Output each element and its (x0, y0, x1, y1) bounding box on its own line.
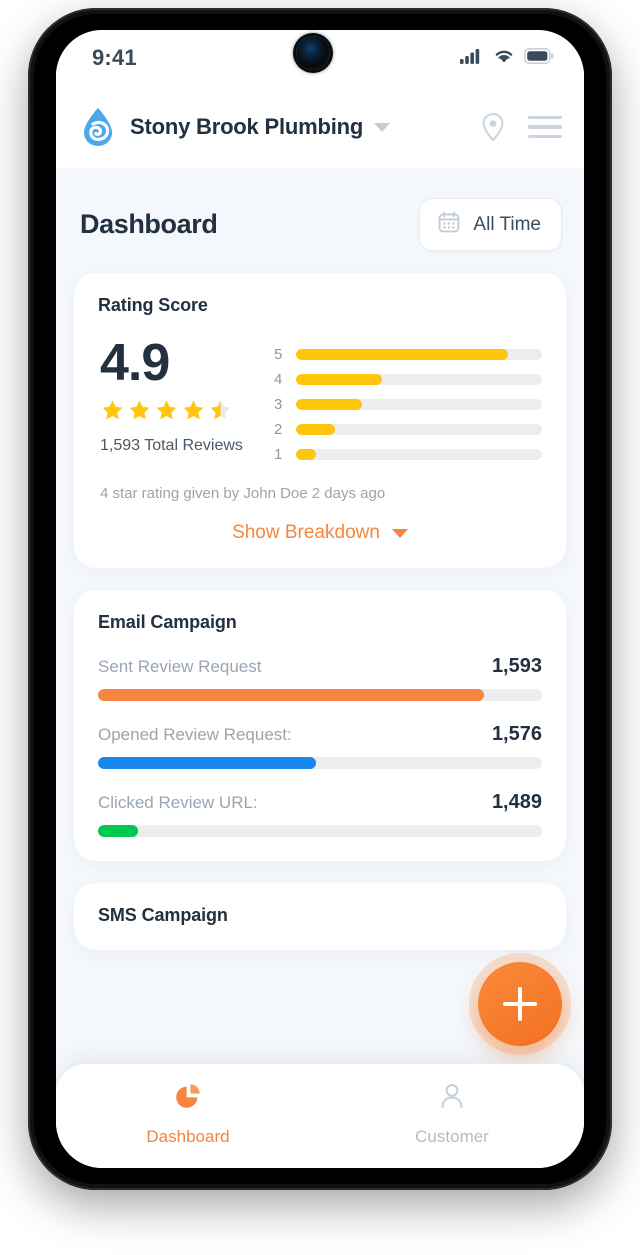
rating-card-body: 4.9 1,593 Total Reviews 5 4 3 2 1 (98, 336, 542, 467)
histogram-fill (296, 424, 336, 435)
nav-item-customer[interactable]: Customer (320, 1080, 584, 1147)
nav-label-dashboard: Dashboard (146, 1127, 230, 1146)
wifi-icon (493, 47, 515, 69)
rating-score-value: 4.9 (100, 334, 170, 392)
front-camera (296, 36, 330, 70)
metric-label: Clicked Review URL: (98, 793, 258, 812)
metric-label: Sent Review Request (98, 657, 262, 676)
histogram-label: 2 (274, 421, 283, 438)
location-pin-icon[interactable] (476, 110, 510, 144)
metric-track (98, 689, 542, 701)
histogram-label: 3 (274, 396, 283, 413)
star-icon (154, 398, 179, 428)
histogram-row: 5 (274, 342, 542, 367)
water-drop-logo (80, 107, 116, 147)
burger-line (528, 125, 562, 129)
nav-item-dashboard[interactable]: Dashboard (56, 1080, 320, 1147)
status-indicators (460, 47, 554, 69)
histogram-label: 5 (274, 346, 283, 363)
metric-fill (98, 757, 316, 769)
histogram-row: 1 (274, 442, 542, 467)
histogram-row: 3 (274, 392, 542, 417)
page-header: Dashboard All Time (74, 168, 566, 251)
histogram-fill (296, 349, 508, 360)
show-breakdown-button[interactable]: Show Breakdown (98, 522, 542, 544)
app-header: Stony Brook Plumbing (56, 86, 584, 168)
page-title: Dashboard (80, 209, 218, 239)
star-rating (100, 398, 274, 428)
rating-summary: 4.9 1,593 Total Reviews (98, 336, 274, 467)
histogram-track (296, 374, 542, 385)
metric-track (98, 825, 542, 837)
calendar-icon (437, 210, 461, 239)
metric-clicked-review-url: Clicked Review URL: 1,489 (98, 791, 542, 837)
histogram-track (296, 399, 542, 410)
person-icon (436, 1080, 468, 1117)
nav-label-customer: Customer (415, 1127, 489, 1146)
total-reviews-label: 1,593 Total Reviews (100, 437, 243, 455)
phone-screen: 9:41 Stony Brook Plumbing Dashboard All … (56, 30, 584, 1168)
brand-title: Stony Brook Plumbing (130, 114, 364, 139)
metric-head: Opened Review Request: 1,576 (98, 723, 542, 746)
metric-sent-review-request: Sent Review Request 1,593 (98, 655, 542, 701)
histogram-label: 1 (274, 446, 283, 463)
metric-value: 1,593 (491, 655, 542, 677)
date-filter-button[interactable]: All Time (419, 198, 562, 251)
email-campaign-card: Email Campaign Sent Review Request 1,593… (74, 590, 566, 861)
histogram-fill (296, 399, 363, 410)
burger-line (528, 115, 562, 120)
star-icon (100, 398, 125, 428)
metric-track (98, 757, 542, 769)
histogram-track (296, 349, 542, 360)
histogram-label: 4 (274, 371, 283, 388)
status-time: 9:41 (92, 45, 137, 70)
email-campaign-title: Email Campaign (98, 612, 237, 632)
sms-campaign-title: SMS Campaign (98, 905, 228, 925)
metric-fill (98, 825, 138, 837)
half-star-icon (208, 398, 233, 428)
chevron-down-icon (391, 528, 408, 538)
hamburger-menu-icon[interactable] (528, 115, 562, 139)
rating-score-card: Rating Score 4.9 1,593 Total Reviews 5 4… (74, 273, 566, 568)
metric-value: 1,489 (491, 791, 542, 813)
histogram-track (296, 424, 542, 435)
rating-card-title: Rating Score (98, 295, 208, 315)
histogram-row: 4 (274, 367, 542, 392)
sms-campaign-card: SMS Campaign (74, 883, 566, 950)
show-breakdown-label: Show Breakdown (232, 522, 380, 543)
plus-icon (503, 987, 537, 1021)
date-filter-label: All Time (473, 213, 541, 235)
metric-fill (98, 689, 485, 701)
metric-head: Clicked Review URL: 1,489 (98, 791, 542, 814)
histogram-track (296, 449, 542, 460)
screenshot-stage: 9:41 Stony Brook Plumbing Dashboard All … (0, 0, 640, 1255)
chevron-down-icon[interactable] (374, 122, 391, 132)
star-icon (181, 398, 206, 428)
metric-label: Opened Review Request: (98, 725, 292, 744)
star-icon (127, 398, 152, 428)
bottom-navigation: Dashboard Customer (56, 1064, 584, 1168)
metric-head: Sent Review Request 1,593 (98, 655, 542, 678)
metric-value: 1,576 (491, 723, 542, 745)
cellular-signal-icon (460, 47, 484, 69)
latest-rating-note: 4 star rating given by John Doe 2 days a… (100, 485, 386, 502)
pie-chart-icon (172, 1080, 204, 1117)
burger-line (528, 134, 562, 139)
battery-full-icon (524, 47, 554, 69)
add-button[interactable] (478, 962, 562, 1046)
histogram-row: 2 (274, 417, 542, 442)
rating-histogram: 5 4 3 2 1 (274, 336, 542, 467)
metric-opened-review-request: Opened Review Request: 1,576 (98, 723, 542, 769)
histogram-fill (296, 449, 316, 460)
histogram-fill (296, 374, 383, 385)
